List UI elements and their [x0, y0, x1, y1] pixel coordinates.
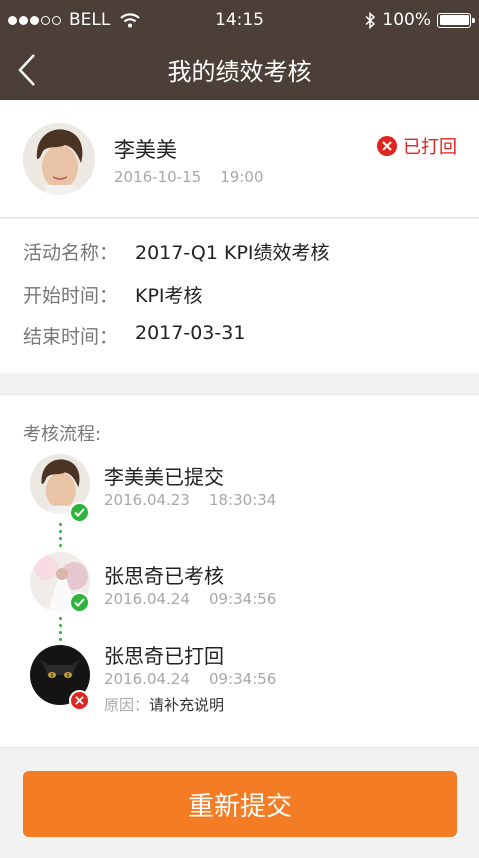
- status-label: 已打回: [403, 137, 457, 158]
- battery-icon: [437, 12, 475, 28]
- submit-datetime: 2016-10-15 19:00: [114, 168, 264, 186]
- step-title: 张思奇已打回: [104, 644, 224, 668]
- step-title: 李美美已提交: [104, 465, 224, 489]
- step-time: 18:30:34: [208, 491, 277, 509]
- step-reason: 原因：请补充说明: [104, 694, 224, 715]
- info-label: 开始时间：: [23, 285, 119, 307]
- user-photo-icon: [23, 123, 95, 195]
- info-value: KPI考核: [135, 285, 203, 307]
- step-date: 2016.04.23: [104, 491, 190, 509]
- step-date: 2016.04.24: [104, 590, 190, 608]
- info-label: 结束时间：: [23, 326, 119, 348]
- step-datetime: 2016.04.24 09:34:56: [104, 670, 276, 688]
- info-row-end: 结束时间： 2017-03-31: [23, 322, 245, 349]
- step-title: 张思奇已考核: [104, 564, 224, 588]
- flow-connector: [59, 617, 62, 645]
- submit-time: 19:00: [220, 168, 264, 186]
- flow-connector: [59, 523, 62, 551]
- flow-title: 考核流程:: [23, 424, 102, 445]
- user-card: [0, 100, 479, 218]
- battery-percent: 100%: [382, 10, 431, 30]
- bluetooth-icon: [365, 11, 376, 29]
- status-right: 100%: [365, 10, 475, 30]
- resubmit-button[interactable]: 重新提交: [23, 771, 457, 837]
- step-datetime: 2016.04.23 18:30:34: [104, 491, 276, 509]
- nav-bar: 我的绩效考核: [0, 40, 479, 100]
- info-value: 2017-Q1 KPI绩效考核: [135, 242, 330, 264]
- check-icon: [69, 502, 90, 523]
- check-icon: [69, 592, 90, 613]
- info-value: 2017-03-31: [135, 322, 246, 344]
- status-badge: 已打回: [377, 133, 457, 159]
- avatar[interactable]: [23, 123, 95, 195]
- step-time: 09:34:56: [208, 670, 277, 688]
- info-row-activity: 活动名称： 2017-Q1 KPI绩效考核: [23, 238, 330, 265]
- reason-text: 请补充说明: [149, 696, 225, 714]
- submit-date: 2016-10-15: [114, 168, 202, 186]
- info-row-start: 开始时间： KPI考核: [23, 281, 203, 308]
- status-bar: BELL 14:15 100%: [0, 0, 479, 40]
- close-circle-icon: [69, 690, 90, 711]
- reason-label: 原因：: [104, 696, 150, 714]
- page-title: 我的绩效考核: [167, 58, 312, 86]
- close-circle-icon: [377, 136, 397, 156]
- user-name: 李美美: [114, 138, 177, 162]
- step-datetime: 2016.04.24 09:34:56: [104, 590, 276, 608]
- info-label: 活动名称：: [23, 242, 119, 264]
- step-time: 09:34:56: [208, 590, 277, 608]
- step-date: 2016.04.24: [104, 670, 190, 688]
